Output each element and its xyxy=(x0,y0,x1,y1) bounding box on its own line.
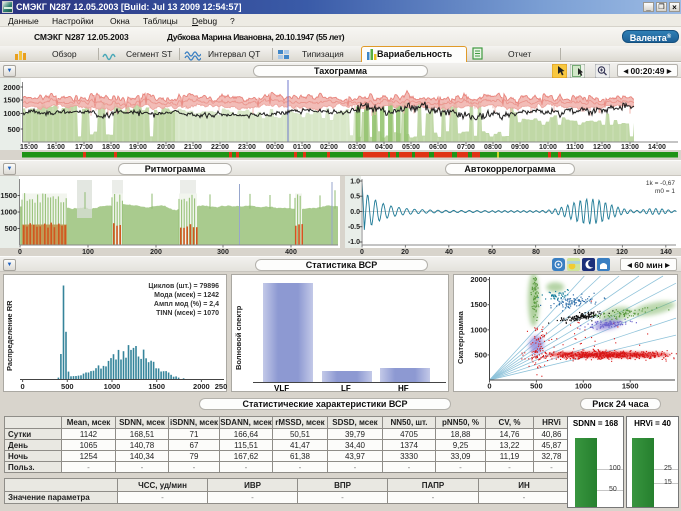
svg-text:16:00: 16:00 xyxy=(47,144,65,151)
svg-text:400: 400 xyxy=(285,249,297,256)
svg-text:21:00: 21:00 xyxy=(184,144,202,151)
svg-text:1500: 1500 xyxy=(148,382,165,391)
svg-text:80: 80 xyxy=(532,249,540,256)
svg-text:1500: 1500 xyxy=(0,191,17,200)
svg-text:500: 500 xyxy=(530,382,543,391)
svg-text:07:00: 07:00 xyxy=(457,144,475,151)
svg-text:14:00: 14:00 xyxy=(648,144,666,151)
svg-text:1500: 1500 xyxy=(622,382,639,391)
svg-text:00:00: 00:00 xyxy=(266,144,284,151)
svg-text:-1.0: -1.0 xyxy=(348,239,360,246)
svg-text:2000: 2000 xyxy=(193,382,210,391)
svg-text:200: 200 xyxy=(150,249,162,256)
svg-text:0: 0 xyxy=(18,249,22,256)
svg-text:01:00: 01:00 xyxy=(293,144,311,151)
svg-text:06:00: 06:00 xyxy=(429,144,447,151)
svg-text:04:00: 04:00 xyxy=(375,144,393,151)
svg-text:1000: 1000 xyxy=(0,208,17,217)
svg-text:09:00: 09:00 xyxy=(511,144,529,151)
svg-text:1000: 1000 xyxy=(3,109,20,118)
svg-text:TINN (мсек) = 1070: TINN (мсек) = 1070 xyxy=(156,310,219,317)
svg-text:05:00: 05:00 xyxy=(402,144,420,151)
svg-text:500: 500 xyxy=(4,224,17,233)
svg-text:10:00: 10:00 xyxy=(539,144,557,151)
svg-text:18:00: 18:00 xyxy=(102,144,120,151)
svg-text:12:00: 12:00 xyxy=(593,144,611,151)
svg-text:2000: 2000 xyxy=(3,83,20,92)
svg-text:17:00: 17:00 xyxy=(75,144,93,151)
svg-text:500: 500 xyxy=(474,350,487,359)
svg-text:m0 = 1: m0 = 1 xyxy=(655,188,675,195)
svg-text:1000: 1000 xyxy=(575,382,592,391)
svg-text:-0.5: -0.5 xyxy=(348,224,360,231)
svg-text:23:00: 23:00 xyxy=(238,144,256,151)
svg-text:300: 300 xyxy=(217,249,229,256)
svg-text:Мода (мсек) = 1242: Мода (мсек) = 1242 xyxy=(154,292,219,299)
svg-text:0.0: 0.0 xyxy=(350,209,360,216)
svg-text:Ампл мод (%) = 2,4: Ампл мод (%) = 2,4 xyxy=(154,301,219,308)
svg-text:1.0: 1.0 xyxy=(350,179,360,186)
svg-text:60: 60 xyxy=(488,249,496,256)
svg-text:120: 120 xyxy=(616,249,628,256)
svg-text:08:00: 08:00 xyxy=(484,144,502,151)
svg-text:03:00: 03:00 xyxy=(348,144,366,151)
svg-text:500: 500 xyxy=(61,382,74,391)
svg-text:15:00: 15:00 xyxy=(20,144,38,151)
svg-text:13:00: 13:00 xyxy=(621,144,639,151)
svg-text:250: 250 xyxy=(215,382,227,391)
svg-text:20: 20 xyxy=(401,249,409,256)
svg-text:20:00: 20:00 xyxy=(157,144,175,151)
svg-text:0: 0 xyxy=(360,249,364,256)
svg-text:0: 0 xyxy=(487,382,491,391)
svg-text:0: 0 xyxy=(21,382,25,391)
svg-text:100: 100 xyxy=(82,249,94,256)
svg-text:02:00: 02:00 xyxy=(320,144,338,151)
svg-text:0.5: 0.5 xyxy=(350,194,360,201)
svg-text:100: 100 xyxy=(573,249,585,256)
svg-text:40: 40 xyxy=(445,249,453,256)
svg-text:1000: 1000 xyxy=(104,382,121,391)
svg-text:22:00: 22:00 xyxy=(211,144,229,151)
svg-text:Циклов (шт.) = 79896: Циклов (шт.) = 79896 xyxy=(148,283,219,290)
svg-text:19:00: 19:00 xyxy=(129,144,147,151)
svg-text:2000: 2000 xyxy=(470,275,487,284)
svg-text:1k = -0,67: 1k = -0,67 xyxy=(646,180,675,187)
svg-text:140: 140 xyxy=(660,249,672,256)
svg-text:11:00: 11:00 xyxy=(566,144,584,151)
svg-text:1000: 1000 xyxy=(470,325,487,334)
svg-text:1500: 1500 xyxy=(470,300,487,309)
svg-text:1500: 1500 xyxy=(3,96,20,105)
svg-text:500: 500 xyxy=(7,125,20,134)
